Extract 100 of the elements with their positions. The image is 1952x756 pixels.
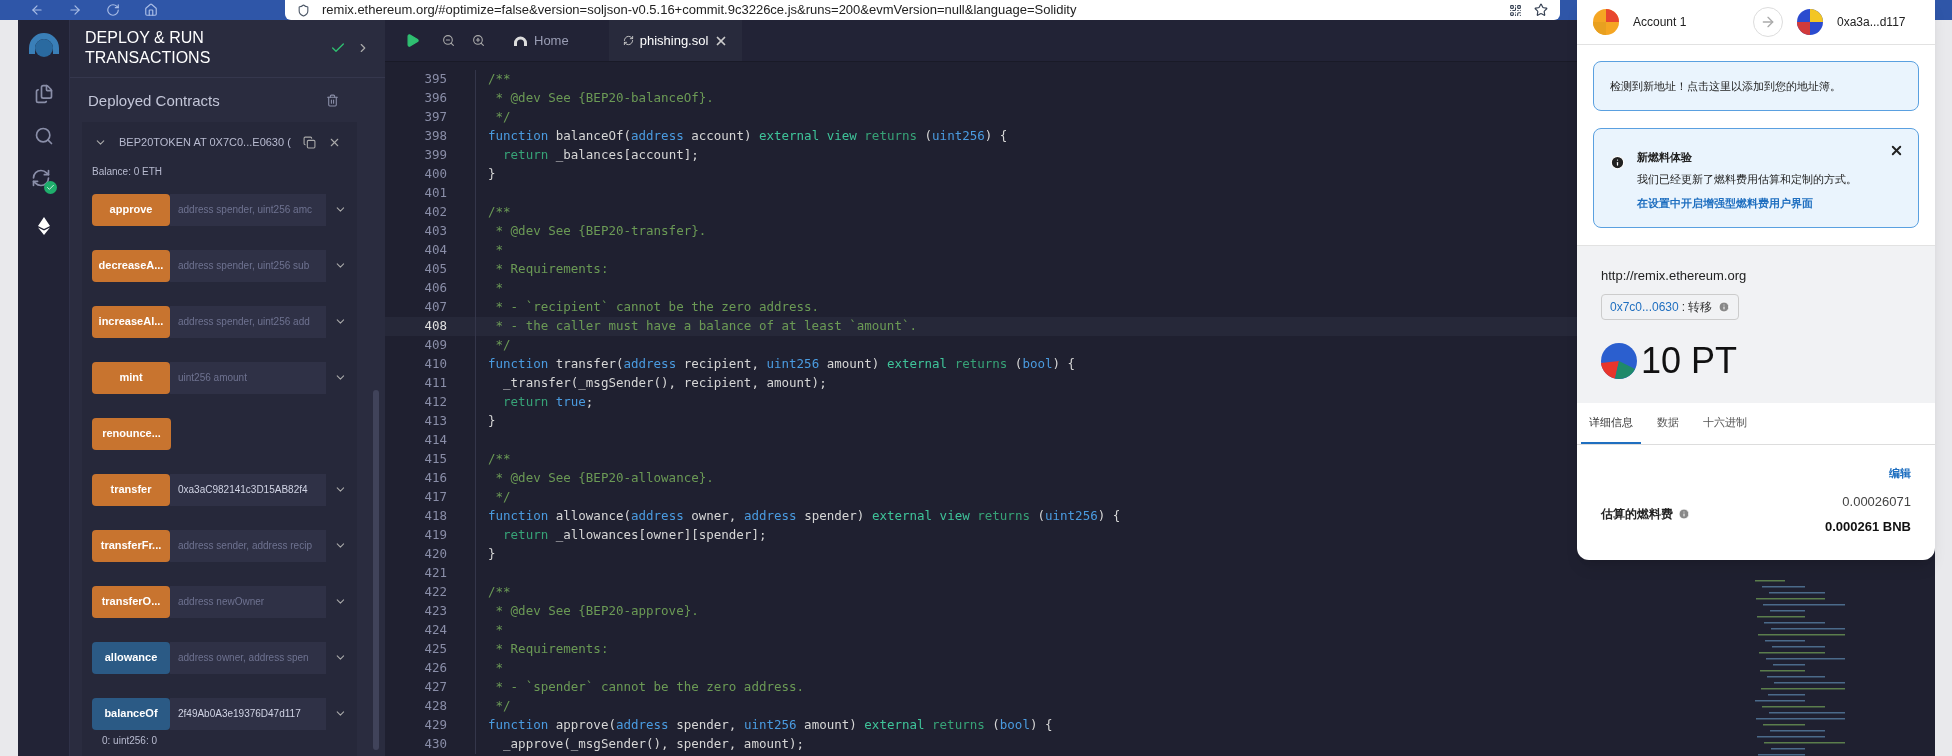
function-button[interactable]: increaseAl... [92,305,170,338]
info-icon [1678,508,1690,520]
forward-icon[interactable] [68,3,82,17]
code-line: return _allowances[owner][spender]; [502,526,767,545]
argument-input[interactable]: uint256 amount [170,361,327,394]
to-account: 0xa3a...d117 [1837,14,1906,31]
balance-text: Balance: 0 ETH [91,165,164,179]
function-button[interactable]: approve [92,193,170,226]
code-line: * [494,241,504,260]
qr-code-icon[interactable] [1509,3,1522,17]
function-button[interactable]: transfer [92,473,170,506]
line-number: 404 [423,241,447,260]
url-text: remix.ethereum.org/#optimize=false&version=soljson-v0.5.16+commit.9c3226ce.js&runs=200&evmVersion=null&language=Solidity [322,1,1077,20]
code-line: */ [494,488,511,507]
function-button[interactable]: decreaseA... [92,249,170,282]
line-number: 407 [423,298,447,317]
settings-link[interactable]: 在设置中开启增强型燃料费用户界面 [1637,195,1813,212]
argument-input[interactable]: address spender, uint256 amc [170,193,327,226]
bookmark-star-icon[interactable] [1534,3,1548,17]
line-number: 403 [423,222,447,241]
editor-tab[interactable]: Home [499,20,609,61]
code-line: */ [494,336,511,355]
argument-input[interactable]: address spender, uint256 add [170,305,327,338]
line-number: 416 [423,469,447,488]
code-line: * @dev See {BEP20-balanceOf}. [494,89,714,108]
fee-value: 0.00026071 [1842,492,1911,511]
code-line: function allowance(address owner, address spender) external view returns (uint256) { [488,507,1121,526]
zoom-in-icon[interactable] [472,34,485,47]
back-icon[interactable] [30,3,44,17]
editor-tab[interactable]: phishing.sol [608,20,743,61]
run-icon[interactable] [405,33,420,48]
code-line: } [488,165,496,184]
new-address-notice[interactable]: 检测到新地址！点击这里以添加到您的地址簿。 [1593,61,1919,111]
scrollbar-thumb[interactable] [373,390,379,750]
function-button[interactable]: mint [92,361,170,394]
copy-icon[interactable] [302,135,316,149]
line-number: 399 [423,146,447,165]
code-line: * - the caller must have a balance of at least `amount`. [494,317,917,336]
line-number: 415 [423,450,447,469]
detail-tab[interactable]: 数据 [1649,403,1687,444]
code-line: return _balances[account]; [502,146,699,165]
edit-link[interactable]: 编辑 [1889,465,1911,482]
argument-input[interactable]: 2f49Ab0A3e19376D47d117 [170,697,327,730]
account-avatar-icon [1797,9,1823,35]
function-button[interactable]: allowance [92,641,170,674]
code-line: * Requirements: [494,260,609,279]
code-line: function transfer(address recipient, uint256 amount) external returns (bool) { [488,355,1076,374]
function-button[interactable]: transferFr... [92,529,170,562]
line-number: 398 [423,127,447,146]
panel-title: DEPLOY & RUN TRANSACTIONS [85,28,212,69]
trash-icon[interactable] [326,94,339,108]
method-name: : 转移 [1681,298,1713,316]
code-line: /** [488,203,511,222]
reload-icon[interactable] [106,3,120,17]
function-button[interactable]: transferO... [92,585,170,618]
contract-address[interactable]: 0x7c0...0630 [1610,297,1679,316]
code-line: function approve(address spender, uint256 amount) external returns (bool) { [488,716,1053,735]
detail-tab[interactable]: 十六进制 [1695,403,1755,444]
line-number: 412 [423,393,447,412]
line-number: 418 [423,507,447,526]
code-line: * @dev See {BEP20-allowance}. [494,469,714,488]
line-number: 428 [423,697,447,716]
home-icon[interactable] [144,3,158,17]
file-sync-icon [622,35,634,46]
code-line: _transfer(_msgSender(), recipient, amount); [502,374,827,393]
function-button[interactable]: balanceOf [92,697,170,730]
file-explorer-icon[interactable] [33,84,54,104]
code-line: */ [494,108,511,127]
info-icon [1610,155,1625,170]
address-bar[interactable]: remix.ethereum.org/#optimize=false&version=soljson-v0.5.16+commit.9c3226ce.js&runs=200&evmVersion=null&language=Solidity [285,0,1560,20]
code-line: /** [488,583,511,602]
line-number: 402 [423,203,447,222]
function-button[interactable]: renounce... [92,417,171,450]
code-line: _approve(_msgSender(), spender, amount); [502,735,805,754]
code-line: * [494,279,504,298]
token-amount: 10 PT [1641,338,1738,383]
code-line: /** [488,70,511,89]
code-line: */ [494,697,511,716]
account-avatar-icon [1593,9,1619,35]
line-number: 401 [423,184,447,203]
line-number: 426 [423,659,447,678]
argument-input[interactable]: address spender, uint256 sub [170,249,327,282]
fee-label: 估算的燃料费 [1601,506,1673,523]
close-icon[interactable] [1889,143,1904,158]
argument-input[interactable]: address sender, address recip [170,529,327,562]
line-number: 396 [423,89,447,108]
argument-input[interactable]: address owner, address spen [170,641,327,674]
search-icon[interactable] [33,126,54,146]
argument-input[interactable]: address newOwner [170,585,327,618]
code-line: return true; [502,393,594,412]
line-number: 405 [423,260,447,279]
line-number: 409 [423,336,447,355]
line-number: 420 [423,545,447,564]
compiler-icon[interactable] [30,168,57,194]
detail-tab[interactable]: 详细信息 [1581,403,1641,444]
zoom-out-icon[interactable] [442,34,455,47]
origin-url: http://remix.ethereum.org [1601,267,1747,285]
argument-input[interactable]: 0xa3aC982141c3D15AB82f4 [170,473,327,506]
contract-name[interactable]: BEP20TOKEN AT 0X7C0...E0630 ( [119,133,291,151]
line-number: 410 [423,355,447,374]
